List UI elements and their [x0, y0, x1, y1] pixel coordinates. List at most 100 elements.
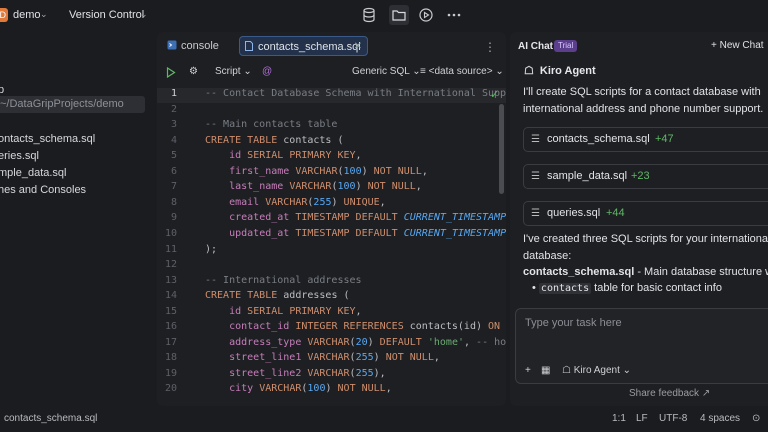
- check-icon: ✓: [490, 89, 500, 101]
- datasource-dropdown[interactable]: ≡ <data source> ⌄: [420, 66, 504, 77]
- file-lines-icon: ☰: [531, 134, 540, 145]
- new-chat-button[interactable]: + New Chat: [711, 40, 764, 51]
- ai-icon[interactable]: @: [262, 66, 272, 77]
- status-bar: contacts_schema.sql 1:1 LF UTF-8 4 space…: [0, 408, 768, 432]
- tree-item-root-path[interactable]: ~/DataGripProjects/demo: [0, 96, 145, 113]
- line-number: 19: [164, 367, 177, 379]
- line-number: 1: [170, 88, 177, 99]
- line-ending[interactable]: LF: [636, 413, 648, 424]
- trial-badge: Trial: [554, 40, 578, 52]
- code-text: street_line1 VARCHAR(255) NOT NULL,: [229, 352, 440, 364]
- run-icon[interactable]: [418, 7, 434, 23]
- code-line[interactable]: 8 email VARCHAR(255) UNIQUE,: [157, 197, 506, 212]
- line-number: 20: [164, 383, 177, 395]
- file-card-sample-data[interactable]: ☰ sample_data.sql +23: [523, 164, 768, 189]
- project-name[interactable]: demo: [13, 9, 41, 21]
- code-text: last_name VARCHAR(100) NOT NULL,: [229, 181, 422, 193]
- chevron-down-icon[interactable]: ⌄: [40, 9, 48, 20]
- code-text: address_type VARCHAR(20) DEFAULT 'home',…: [229, 336, 506, 348]
- run-icon[interactable]: [166, 67, 176, 78]
- status-file[interactable]: contacts_schema.sql: [4, 413, 97, 424]
- share-feedback-link[interactable]: Share feedback ↗: [629, 388, 710, 399]
- code-line[interactable]: 9 created_at TIMESTAMP DEFAULT CURRENT_T…: [157, 212, 506, 227]
- line-number: 12: [164, 259, 177, 271]
- code-line[interactable]: 7 last_name VARCHAR(100) NOT NULL,: [157, 181, 506, 196]
- project-badge[interactable]: D: [0, 8, 8, 22]
- code-line[interactable]: 14 CREATE TABLE addresses (: [157, 290, 506, 305]
- file-card-contacts-schema[interactable]: ☰ contacts_schema.sql +47: [523, 127, 768, 152]
- chat-message: database:: [523, 250, 572, 262]
- project-tree-panel: p ~/DataGripProjects/demo ontacts_schema…: [0, 32, 155, 406]
- code-line[interactable]: 15 id SERIAL PRIMARY KEY,: [157, 306, 506, 321]
- chat-message: international address and phone number s…: [523, 103, 764, 115]
- code-line[interactable]: 2: [157, 104, 506, 119]
- file-card-queries[interactable]: ☰ queries.sql +44: [523, 201, 768, 226]
- ai-chat-panel: AI Chat Trial + New Chat ☖ Kiro Agent I'l…: [510, 32, 768, 406]
- code-line[interactable]: 12: [157, 259, 506, 274]
- caret-position[interactable]: 1:1: [612, 413, 626, 424]
- code-line[interactable]: 13 -- International addresses: [157, 275, 506, 290]
- version-control-menu[interactable]: Version Control: [69, 9, 144, 21]
- tree-item-scratches[interactable]: hes and Consoles: [0, 184, 86, 196]
- tab-console[interactable]: console: [167, 36, 219, 56]
- code-text: );: [205, 243, 218, 255]
- database-icon[interactable]: [361, 7, 377, 23]
- code-line[interactable]: 18 street_line1 VARCHAR(255) NOT NULL,: [157, 352, 506, 367]
- code-text: city VARCHAR(100) NOT NULL,: [229, 383, 392, 395]
- lock-icon[interactable]: ⊙: [752, 413, 760, 424]
- code-line[interactable]: 4 CREATE TABLE contacts (: [157, 135, 506, 150]
- code-line[interactable]: 17 address_type VARCHAR(20) DEFAULT 'hom…: [157, 337, 506, 352]
- code-line[interactable]: 3 -- Main contacts table: [157, 119, 506, 134]
- folder-icon[interactable]: [389, 5, 409, 25]
- dialect-dropdown[interactable]: Generic SQL ⌄: [352, 66, 421, 77]
- line-number: 17: [164, 336, 177, 348]
- tree-item-sample-data[interactable]: mple_data.sql: [0, 167, 67, 179]
- code-line[interactable]: 16 contact_id INTEGER REFERENCES contact…: [157, 321, 506, 336]
- code-line[interactable]: 1 -- Contact Database Schema with Interna…: [157, 88, 506, 103]
- tree-item-contacts-schema[interactable]: ontacts_schema.sql: [0, 133, 95, 145]
- more-vertical-icon[interactable]: ⋮: [484, 40, 496, 54]
- robot-icon: ☖: [524, 65, 534, 77]
- scrollbar[interactable]: [499, 104, 504, 194]
- add-context-icon[interactable]: +: [525, 365, 531, 376]
- chat-title: AI Chat: [518, 41, 553, 52]
- chat-message: I'll create SQL scripts for a contact da…: [523, 86, 761, 98]
- chevron-down-icon[interactable]: ⌄: [140, 9, 148, 20]
- code-text: created_at TIMESTAMP DEFAULT CURRENT_TIM…: [229, 212, 506, 224]
- top-bar: D demo ⌄ Version Control ⌄: [0, 0, 768, 32]
- agent-header: ☖ Kiro Agent: [524, 65, 596, 77]
- more-icon[interactable]: [446, 7, 462, 23]
- code-text: id SERIAL PRIMARY KEY,: [229, 150, 362, 162]
- code-text: updated_at TIMESTAMP DEFAULT CURRENT_TIM…: [229, 227, 506, 239]
- sql-file-icon: [245, 41, 253, 51]
- agent-select[interactable]: ☖ Kiro Agent ⌄: [562, 365, 631, 376]
- lines-added: +44: [606, 207, 625, 219]
- code-line[interactable]: 11);: [157, 244, 506, 259]
- code-line[interactable]: 6 first_name VARCHAR(100) NOT NULL,: [157, 166, 506, 181]
- plus-icon: +: [711, 40, 717, 51]
- code-line[interactable]: 20 city VARCHAR(100) NOT NULL,: [157, 383, 506, 398]
- code-line[interactable]: 19 street_line2 VARCHAR(255),: [157, 368, 506, 383]
- file-name: queries.sql: [547, 207, 601, 219]
- line-number: 16: [164, 321, 177, 333]
- image-icon[interactable]: ▦: [541, 365, 550, 376]
- editor-tabs: console contacts_schema.sql ✕ ⋮: [157, 32, 506, 60]
- editor-toolbar: ⚙ Script ⌄ @ Generic SQL ⌄ ≡ <data sourc…: [157, 62, 506, 84]
- chat-bullet: • contacts table for basic contact info: [532, 282, 722, 294]
- task-input[interactable]: Type your task here + ▦ ☖ Kiro Agent ⌄: [515, 308, 768, 384]
- close-icon[interactable]: ✕: [354, 37, 362, 57]
- code-text: -- Main contacts table: [205, 119, 338, 131]
- tab-contacts-schema[interactable]: contacts_schema.sql ✕: [239, 36, 368, 56]
- code-text: CREATE TABLE addresses (: [205, 290, 350, 302]
- code-line[interactable]: 10 updated_at TIMESTAMP DEFAULT CURRENT_…: [157, 228, 506, 243]
- robot-icon: ☖: [562, 365, 571, 376]
- tree-item-queries[interactable]: eries.sql: [0, 150, 39, 162]
- line-number: 13: [164, 274, 177, 286]
- script-dropdown[interactable]: Script ⌄: [215, 66, 252, 77]
- code-line[interactable]: 5 id SERIAL PRIMARY KEY,: [157, 150, 506, 165]
- indent[interactable]: 4 spaces: [700, 413, 740, 424]
- code-text: id SERIAL PRIMARY KEY,: [229, 305, 362, 317]
- tree-item-project[interactable]: p: [0, 84, 4, 96]
- settings-icon[interactable]: ⚙: [189, 66, 198, 77]
- encoding[interactable]: UTF-8: [659, 413, 687, 424]
